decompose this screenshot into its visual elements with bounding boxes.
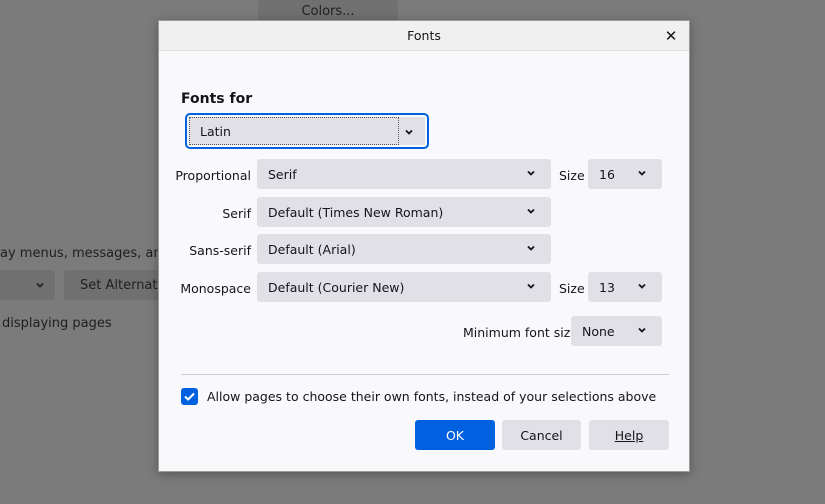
sans-serif-label: Sans-serif [189, 243, 251, 258]
proportional-size-value: 16 [599, 166, 615, 182]
monospace-value: Default (Courier New) [268, 279, 405, 295]
allow-pages-checkbox[interactable] [181, 388, 198, 405]
chevron-down-icon [527, 245, 535, 251]
proportional-select[interactable]: Serif [257, 159, 551, 189]
chevron-down-icon [638, 327, 646, 333]
colors-button: Colors... [258, 0, 398, 20]
serif-select[interactable]: Default (Times New Roman) [257, 197, 551, 227]
close-button[interactable]: ✕ [661, 26, 681, 46]
proportional-label: Proportional [175, 168, 251, 183]
chevron-down-icon [638, 170, 646, 176]
monospace-size-label: Size [559, 281, 585, 296]
chevron-down-icon [527, 170, 535, 176]
chevron-down-icon [527, 208, 535, 214]
min-font-size-select[interactable]: None [571, 316, 662, 346]
background-dropdown [0, 270, 55, 300]
monospace-select[interactable]: Default (Courier New) [257, 272, 551, 302]
min-font-size-label: Minimum font size [463, 325, 578, 340]
divider [181, 374, 669, 375]
close-icon: ✕ [664, 27, 678, 45]
ok-button[interactable]: OK [415, 420, 495, 450]
min-font-size-value: None [582, 323, 615, 339]
monospace-label: Monospace [180, 281, 251, 296]
monospace-size-value: 13 [599, 279, 615, 295]
dialog-titlebar: Fonts ✕ [159, 21, 689, 51]
chevron-down-icon [638, 283, 646, 289]
serif-value: Default (Times New Roman) [268, 204, 444, 220]
serif-label: Serif [222, 206, 251, 221]
monospace-size-select[interactable]: 13 [588, 272, 662, 302]
cancel-button[interactable]: Cancel [502, 420, 581, 450]
chevron-down-icon [36, 282, 44, 288]
allow-pages-label[interactable]: Allow pages to choose their own fonts, i… [207, 389, 656, 404]
checkmark-icon [184, 392, 195, 401]
help-button[interactable]: Help [589, 420, 669, 450]
background-menus-text: ay menus, messages, and r [0, 246, 180, 261]
proportional-value: Serif [268, 166, 297, 182]
sans-serif-value: Default (Arial) [268, 241, 356, 257]
chevron-down-icon [405, 129, 413, 135]
background-displaying-text: displaying pages [2, 316, 112, 331]
proportional-size-select[interactable]: 16 [588, 159, 662, 189]
fonts-dialog: Fonts ✕ Fonts for Latin Proportional Ser… [158, 20, 690, 472]
proportional-size-label: Size [559, 168, 585, 183]
fonts-for-label: Fonts for [181, 91, 253, 107]
sans-serif-select[interactable]: Default (Arial) [257, 234, 551, 264]
dialog-title: Fonts [407, 28, 441, 43]
chevron-down-icon [527, 283, 535, 289]
language-select[interactable]: Latin [185, 113, 429, 149]
